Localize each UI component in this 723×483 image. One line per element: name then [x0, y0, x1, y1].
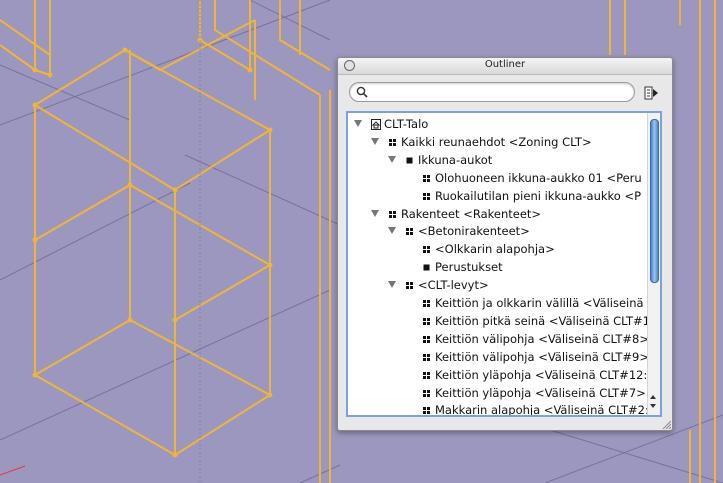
- tree-row-label: CLT-Talo: [384, 117, 429, 131]
- house-icon: [371, 119, 381, 130]
- tree-row[interactable]: Ikkuna-aukot: [348, 152, 650, 169]
- component-icon: [423, 174, 430, 182]
- tree-row[interactable]: Keittiön yläpohja <Väliseinä CLT#12:: [348, 367, 650, 384]
- outliner-title: Outliner: [484, 59, 526, 70]
- component-icon: [406, 228, 413, 236]
- component-icon: [423, 353, 430, 361]
- tree-row[interactable]: Perustukset: [348, 259, 650, 276]
- tree-row-label: Keittiön yläpohja <Väliseinä CLT#12:: [435, 367, 648, 382]
- tree-row-label: Keittiön yläpohja <Väliseinä CLT#7>: [435, 385, 646, 400]
- search-input[interactable]: [372, 85, 628, 99]
- tree-row-label: <Betonirakenteet>: [418, 224, 530, 239]
- tree-row[interactable]: Kaikki reunaehdot <Zoning CLT>: [348, 134, 650, 151]
- tree-row-label: Keittiön välipohja <Väliseinä CLT#8>: [435, 331, 649, 346]
- tree-row[interactable]: <Betonirakenteet>: [348, 223, 650, 240]
- search-field[interactable]: [349, 82, 635, 102]
- tree-row-label: Olohuoneen ikkuna-aukko 01 <Peru: [435, 170, 642, 185]
- search-icon: [356, 86, 368, 98]
- group-icon: [423, 264, 430, 271]
- disclosure-triangle-icon[interactable]: [371, 209, 379, 217]
- component-icon: [423, 335, 430, 343]
- tree-row[interactable]: <CLT-levyt>: [348, 277, 650, 294]
- disclosure-triangle-icon[interactable]: [371, 137, 379, 145]
- component-icon: [423, 300, 430, 307]
- outliner-window[interactable]: Outliner CLT-Talo Kaikki reunaehdot <Zoni…: [337, 57, 673, 431]
- tree-row-label: Makkarin alapohja <Väliseinä CLT#2:: [435, 403, 649, 417]
- disclosure-triangle-icon[interactable]: [354, 120, 362, 127]
- tree-row-label: Keittiön pitkä seinä <Väliseinä CLT#1: [435, 313, 650, 328]
- tree-row[interactable]: Keittiön pitkä seinä <Väliseinä CLT#1: [348, 313, 650, 330]
- tree-row[interactable]: Olohuoneen ikkuna-aukko 01 <Peru: [348, 170, 650, 187]
- disclosure-triangle-icon[interactable]: [388, 281, 396, 289]
- component-icon: [423, 407, 430, 415]
- tree-row-label: Perustukset: [435, 260, 503, 275]
- group-icon: [406, 157, 413, 164]
- tree-row-label: <CLT-levyt>: [418, 278, 489, 293]
- component-icon: [423, 246, 430, 254]
- tree-row[interactable]: Keittiön välipohja <Väliseinä CLT#8>: [348, 331, 650, 348]
- tree-row-label: Ruokailutilan pieni ikkuna-aukko <P: [435, 188, 642, 203]
- component-icon: [389, 210, 396, 218]
- disclosure-triangle-icon[interactable]: [388, 155, 396, 163]
- red-axis: [0, 465, 26, 476]
- tree-row[interactable]: CLT-Talo: [348, 116, 650, 133]
- component-icon: [406, 282, 413, 290]
- component-icon: [423, 192, 430, 200]
- tree-row-label: Keittiön välipohja <Väliseinä CLT#9>: [435, 349, 649, 364]
- component-icon: [423, 317, 430, 325]
- component-icon: [423, 389, 430, 397]
- component-icon: [423, 371, 430, 379]
- scroll-up-arrow-icon[interactable]: [650, 395, 656, 399]
- tree-row-label: Ikkuna-aukot: [418, 152, 493, 167]
- tree-row-label: Rakenteet <Rakenteet>: [401, 206, 542, 221]
- tree-row[interactable]: <Olkkarin alapohja>: [348, 241, 650, 258]
- tree-row-label: Kaikki reunaehdot <Zoning CLT>: [401, 134, 592, 149]
- scroll-thumb[interactable]: [650, 119, 659, 283]
- outliner-options-icon[interactable]: [643, 85, 659, 101]
- tree-row[interactable]: Ruokailutilan pieni ikkuna-aukko <P: [348, 188, 650, 205]
- tree-row-label: Keittiön ja olkkarin välillä <Väliseinä: [435, 296, 644, 310]
- disclosure-triangle-icon[interactable]: [388, 227, 396, 235]
- vertical-scrollbar[interactable]: [647, 113, 660, 415]
- outliner-tree[interactable]: CLT-Talo Kaikki reunaehdot <Zoning CLT> Ik…: [346, 111, 662, 417]
- tree-row[interactable]: Rakenteet <Rakenteet>: [348, 206, 650, 223]
- tree-row[interactable]: Makkarin alapohja <Väliseinä CLT#2:: [348, 402, 650, 417]
- tree-row[interactable]: Keittiön välipohja <Väliseinä CLT#9>: [348, 349, 650, 366]
- tree-row-label: <Olkkarin alapohja>: [435, 242, 555, 257]
- tree-row[interactable]: Keittiön ja olkkarin välillä <Väliseinä: [348, 295, 650, 312]
- resize-grip-icon[interactable]: [661, 419, 671, 429]
- component-icon: [389, 138, 396, 146]
- outliner-titlebar[interactable]: Outliner: [338, 58, 672, 75]
- scroll-down-arrow-icon[interactable]: [650, 404, 656, 408]
- tree-row[interactable]: Keittiön yläpohja <Väliseinä CLT#7>: [348, 385, 650, 402]
